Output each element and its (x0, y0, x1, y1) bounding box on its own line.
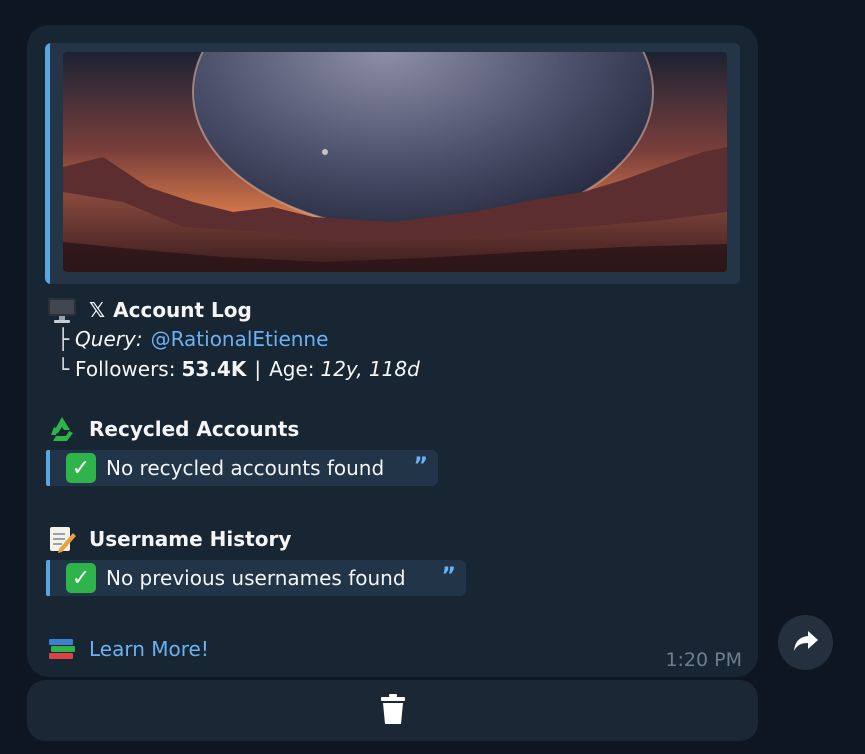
account-log-title: Account Log (113, 298, 252, 322)
age-value: 12y, 118d (320, 357, 420, 381)
tree-branch: ├ (57, 327, 70, 351)
followers-line: └ Followers: 53.4K | Age: 12y, 118d (47, 355, 420, 383)
learn-more-line: Learn More! (47, 635, 209, 663)
recycled-quote: ✓ No recycled accounts found ” (46, 450, 438, 486)
quote-icon: ” (413, 454, 428, 479)
recycled-title-line: Recycled Accounts (47, 415, 299, 443)
share-arrow-icon (793, 630, 819, 656)
message-bubble: 𝕏 Account Log ├ Query: @RationalEtienne … (27, 25, 758, 677)
quote-bar (46, 560, 50, 596)
age-label: Age: (269, 357, 315, 381)
memo-icon (47, 525, 77, 553)
history-title-line: Username History (47, 525, 291, 553)
books-icon (47, 635, 77, 663)
tree-end: └ (57, 357, 70, 381)
check-icon: ✓ (66, 563, 96, 593)
followers-value: 53.4K (181, 357, 247, 381)
monitor-icon (47, 296, 77, 324)
query-line: ├ Query: @RationalEtienne (47, 325, 328, 353)
delete-button[interactable] (27, 680, 758, 741)
learn-more-link[interactable]: Learn More! (89, 635, 209, 663)
recycled-result: No recycled accounts found (106, 456, 385, 480)
account-log-title-line: 𝕏 Account Log (47, 296, 252, 324)
preview-accent-bar (45, 43, 50, 284)
check-icon: ✓ (66, 453, 96, 483)
followers-label: Followers: (75, 357, 176, 381)
quote-icon: ” (441, 564, 456, 589)
recycle-icon (47, 415, 77, 443)
trash-icon (380, 693, 406, 729)
query-link[interactable]: @RationalEtienne (151, 325, 329, 353)
query-label: Query: (75, 327, 143, 351)
recycled-title: Recycled Accounts (89, 417, 300, 441)
share-button[interactable] (778, 615, 833, 670)
quote-bar (46, 450, 50, 486)
history-title: Username History (89, 527, 292, 551)
history-result: No previous usernames found (106, 566, 406, 590)
history-quote: ✓ No previous usernames found ” (46, 560, 466, 596)
planet-landscape-image[interactable] (63, 52, 727, 272)
separator: | (254, 357, 262, 381)
x-logo: 𝕏 (89, 298, 106, 322)
message-time: 1:20 PM (665, 649, 742, 671)
link-preview[interactable] (45, 43, 740, 284)
